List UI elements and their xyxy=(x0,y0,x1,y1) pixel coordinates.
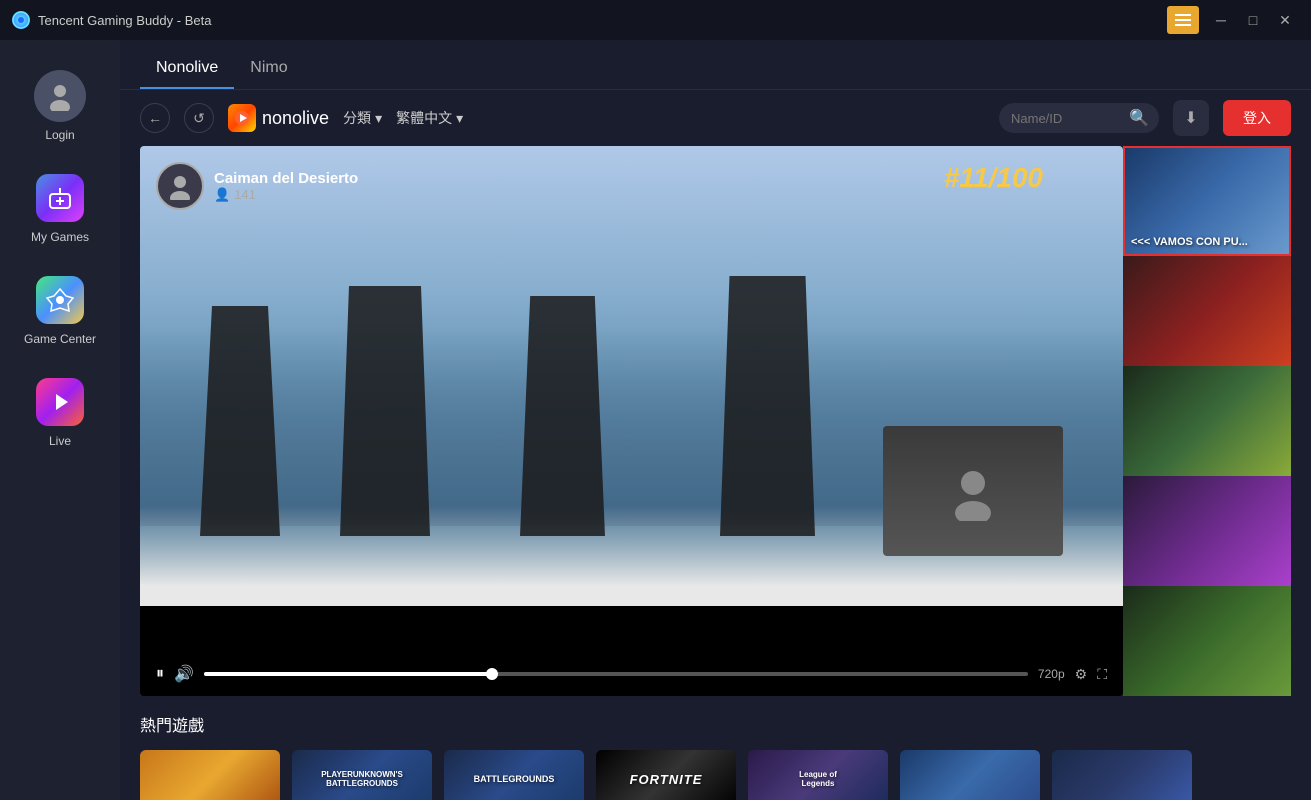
download-button[interactable]: ⬇ xyxy=(1173,100,1209,136)
game-card-3-bg: BATTLEGROUNDS xyxy=(444,750,584,800)
sidebar-item-live[interactable]: Live xyxy=(0,366,120,458)
sidebar-item-mygames[interactable]: My Games xyxy=(0,162,120,254)
title-bar: Tencent Gaming Buddy - Beta ─ □ ✕ xyxy=(0,0,1311,40)
progress-thumb xyxy=(486,668,498,680)
fullscreen-button[interactable]: ⛶ xyxy=(1097,666,1107,683)
window-controls: ─ □ ✕ xyxy=(1167,6,1299,34)
streamer-info: Caiman del Desierto 👤 141 xyxy=(156,162,358,210)
streamer-avatar xyxy=(156,162,204,210)
language-button[interactable]: 繁體中文 ▾ xyxy=(396,108,463,128)
video-main: Caiman del Desierto 👤 141 #11/100 xyxy=(140,146,1123,606)
close-button[interactable]: ✕ xyxy=(1271,6,1299,34)
game-card-1-bg xyxy=(140,750,280,800)
live-icon-container xyxy=(34,376,86,428)
streamer-name: Caiman del Desierto xyxy=(214,170,358,187)
tab-nimo[interactable]: Nimo xyxy=(234,49,303,89)
sidebar-login-label: Login xyxy=(45,128,74,142)
mygames-icon-container xyxy=(34,172,86,224)
viewer-count: 👤 141 xyxy=(214,187,358,203)
gamecenter-icon xyxy=(36,276,84,324)
app-logo-icon xyxy=(12,11,30,29)
minimize-button[interactable]: ─ xyxy=(1207,6,1235,34)
streamer-overlay xyxy=(883,426,1063,556)
quality-button[interactable]: 720p xyxy=(1038,667,1065,681)
game-card-5-bg: League ofLegends xyxy=(748,750,888,800)
progress-bar[interactable] xyxy=(204,672,1028,676)
settings-button[interactable]: ⚙ xyxy=(1075,666,1088,683)
sidebar-gamecenter-label: Game Center xyxy=(24,332,96,346)
thumbnail-5[interactable] xyxy=(1123,586,1291,696)
game-card-6[interactable] xyxy=(900,750,1040,800)
category-button[interactable]: 分類 ▾ xyxy=(343,108,382,128)
sidebar-item-gamecenter[interactable]: Game Center xyxy=(0,264,120,356)
game-card-2-bg: PLAYERUNKNOWN'SBATTLEGROUNDS xyxy=(292,750,432,800)
stream-thumbnails: <<< VAMOS CON PU... xyxy=(1123,146,1291,696)
nonolive-bar: ← ↺ nonolive 分類 ▾ xyxy=(120,90,1311,146)
search-input[interactable] xyxy=(1011,111,1121,126)
category-dropdown-icon: ▾ xyxy=(375,110,382,127)
game-scene xyxy=(140,146,1123,606)
content-body: ← ↺ nonolive 分類 ▾ xyxy=(120,90,1311,800)
search-box: 🔍 xyxy=(999,103,1159,133)
maximize-button[interactable]: □ xyxy=(1239,6,1267,34)
thumbnail-1[interactable]: <<< VAMOS CON PU... xyxy=(1123,146,1291,256)
mygames-icon xyxy=(36,174,84,222)
game-card-5[interactable]: League ofLegends xyxy=(748,750,888,800)
download-icon: ⬇ xyxy=(1184,108,1197,128)
video-section: Caiman del Desierto 👤 141 #11/100 xyxy=(120,146,1311,696)
quality-label: 720p xyxy=(1038,667,1065,681)
sidebar-mygames-label: My Games xyxy=(31,230,89,244)
lang-dropdown-icon: ▾ xyxy=(456,110,463,127)
progress-fill xyxy=(204,672,492,676)
video-controls: ⏸ 🔊 720p ⚙ ⛶ xyxy=(140,652,1123,696)
tabs-bar: Nonolive Nimo xyxy=(120,40,1311,90)
live-icon xyxy=(36,378,84,426)
hot-games-section: 熱門遊戲 PLAYERUNKNOWN'SBATTLEGROUNDS BATTLE… xyxy=(120,696,1311,800)
app-title: Tencent Gaming Buddy - Beta xyxy=(38,13,211,28)
nonolive-logo: nonolive xyxy=(228,104,329,132)
user-avatar xyxy=(34,70,86,122)
gamecenter-icon-container xyxy=(34,274,86,326)
volume-button[interactable]: 🔊 xyxy=(174,664,194,684)
back-button[interactable]: ← xyxy=(140,103,170,133)
login-icon-container xyxy=(34,70,86,122)
viewers-icon: 👤 xyxy=(214,187,230,203)
game-card-1[interactable] xyxy=(140,750,280,800)
refresh-button[interactable]: ↺ xyxy=(184,103,214,133)
tab-nonolive[interactable]: Nonolive xyxy=(140,49,234,89)
hamburger-menu-button[interactable] xyxy=(1167,6,1199,34)
nonolive-logo-text: nonolive xyxy=(262,108,329,129)
title-bar-left: Tencent Gaming Buddy - Beta xyxy=(12,11,211,29)
pause-button[interactable]: ⏸ xyxy=(156,665,164,683)
video-player: Caiman del Desierto 👤 141 #11/100 xyxy=(140,146,1123,696)
game-card-3[interactable]: BATTLEGROUNDS xyxy=(444,750,584,800)
sidebar-item-login[interactable]: Login xyxy=(0,60,120,152)
games-row: PLAYERUNKNOWN'SBATTLEGROUNDS BATTLEGROUN… xyxy=(140,750,1291,800)
hot-games-title: 熱門遊戲 xyxy=(140,712,1291,736)
login-button[interactable]: 登入 xyxy=(1223,100,1291,136)
nonolive-logo-icon xyxy=(228,104,256,132)
search-icon: 🔍 xyxy=(1129,108,1149,128)
streamer-face xyxy=(883,426,1063,556)
streamer-details: Caiman del Desierto 👤 141 xyxy=(214,170,358,203)
thumb-1-label: <<< VAMOS CON PU... xyxy=(1131,236,1248,248)
content-area: Nonolive Nimo ← ↺ xyxy=(120,40,1311,800)
game-card-2[interactable]: PLAYERUNKNOWN'SBATTLEGROUNDS xyxy=(292,750,432,800)
game-card-4-bg: FORTNITE xyxy=(596,750,736,800)
sidebar-live-label: Live xyxy=(49,434,71,448)
thumbnail-3[interactable] xyxy=(1123,366,1291,476)
main-layout: Login My Games xyxy=(0,40,1311,800)
game-card-7[interactable] xyxy=(1052,750,1192,800)
thumbnail-2[interactable] xyxy=(1123,256,1291,366)
game-card-7-bg xyxy=(1052,750,1192,800)
game-card-4[interactable]: FORTNITE xyxy=(596,750,736,800)
rank-badge: #11/100 xyxy=(944,162,1043,194)
sidebar: Login My Games xyxy=(0,40,120,800)
game-card-6-bg xyxy=(900,750,1040,800)
thumbnail-4[interactable] xyxy=(1123,476,1291,586)
